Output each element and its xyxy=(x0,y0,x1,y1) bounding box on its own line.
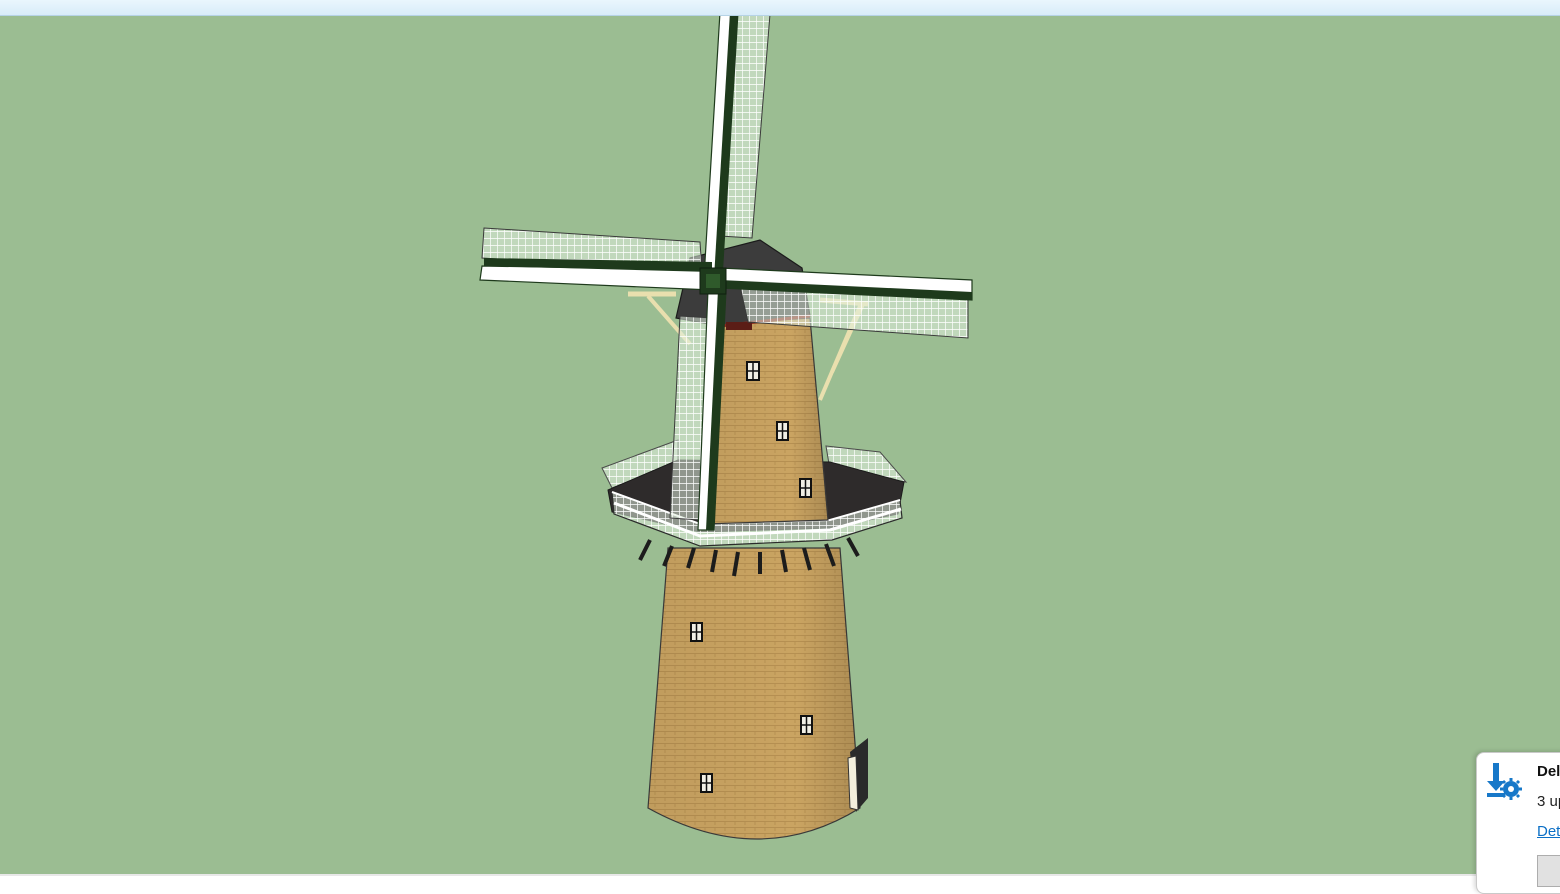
notification-details-link[interactable]: Det xyxy=(1537,823,1560,840)
notification-body: 3 up xyxy=(1537,793,1560,810)
model-viewport[interactable] xyxy=(0,16,1560,874)
notification-button[interactable] xyxy=(1537,855,1560,887)
lower-tower xyxy=(647,547,861,840)
window-top-strip xyxy=(0,0,1560,16)
windmill-model xyxy=(479,16,973,840)
download-settings-icon xyxy=(1487,763,1522,800)
update-notification[interactable]: Del 3 up Det xyxy=(1476,752,1560,894)
notification-title: Del xyxy=(1537,763,1560,780)
